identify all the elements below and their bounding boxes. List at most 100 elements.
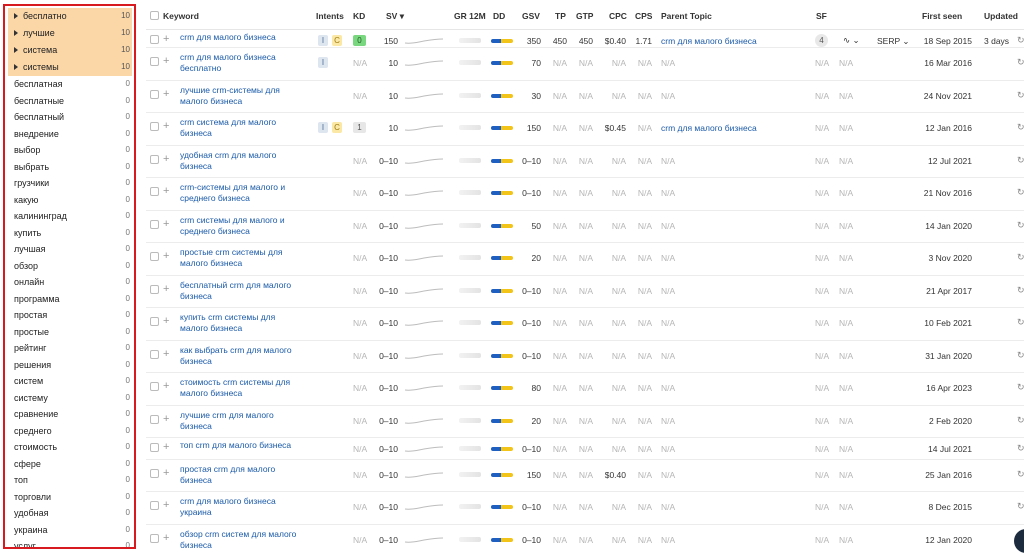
sidebar-term-item[interactable]: украина 0 [8,522,132,539]
header-first-seen[interactable]: First seen [922,11,962,21]
add-to-list-icon[interactable]: + [163,442,169,453]
expand-triangle-icon[interactable] [14,13,18,19]
select-all-checkbox[interactable] [150,11,159,20]
row-checkbox[interactable] [150,415,159,424]
keyword-link[interactable]: бесплатный crm для малого бизнеса [180,280,305,302]
keyword-link[interactable]: crm система для малого бизнеса [180,117,305,139]
expand-triangle-icon[interactable] [14,47,18,53]
refresh-icon[interactable]: ↻ [1017,469,1024,480]
refresh-icon[interactable]: ↻ [1017,220,1024,231]
row-checkbox[interactable] [150,35,159,44]
sidebar-term-item[interactable]: простая 0 [8,307,132,324]
add-to-list-icon[interactable]: + [163,284,169,295]
refresh-icon[interactable]: ↻ [1017,122,1024,133]
sidebar-term-item[interactable]: стоимость 0 [8,439,132,456]
refresh-icon[interactable]: ↻ [1017,501,1024,512]
row-checkbox[interactable] [150,382,159,391]
table-row[interactable]: + бесплатный crm для малого бизнеса N/A 0–1… [146,276,1024,308]
keyword-link[interactable]: стоимость crm системы для малого бизнеса [180,377,305,399]
sidebar-term-item[interactable]: выбор 0 [8,142,132,159]
add-to-list-icon[interactable]: + [163,381,169,392]
row-checkbox[interactable] [150,90,159,99]
add-to-list-icon[interactable]: + [163,251,169,262]
row-checkbox[interactable] [150,317,159,326]
sidebar-term-item[interactable]: бесплатно 10 [8,8,132,25]
refresh-icon[interactable]: ↻ [1017,382,1024,393]
row-checkbox[interactable] [150,122,159,131]
keyword-link[interactable]: простые crm системы для малого бизнеса [180,247,305,269]
keyword-link[interactable]: crm для малого бизнеса [180,32,305,43]
parent-topic-link[interactable]: crm для малого бизнеса [661,36,757,46]
table-row[interactable]: + crm для малого бизнеса украина N/A 0–10 0–… [146,492,1024,525]
row-checkbox[interactable] [150,187,159,196]
sidebar-term-item[interactable]: среднего 0 [8,423,132,440]
refresh-icon[interactable]: ↻ [1017,90,1024,101]
add-to-list-icon[interactable]: + [163,414,169,425]
parent-topic-link[interactable]: crm для малого бизнеса [661,123,757,133]
sidebar-term-item[interactable]: услуг 0 [8,538,132,547]
table-row[interactable]: + стоимость crm системы для малого бизнес… [146,373,1024,406]
sidebar-term-item[interactable]: онлайн 0 [8,274,132,291]
header-gtp[interactable]: GTP [576,11,593,21]
keyword-link[interactable]: топ crm для малого бизнеса [180,440,305,451]
add-to-list-icon[interactable]: + [163,186,169,197]
table-row[interactable]: + простые crm системы для малого бизнеса N… [146,243,1024,276]
sidebar-term-item[interactable]: торговли 0 [8,489,132,506]
header-sf[interactable]: SF [816,11,827,21]
table-row[interactable]: + лучшие crm-системы для малого бизнеса N/… [146,81,1024,113]
sidebar-term-item[interactable]: бесплатные 0 [8,93,132,110]
refresh-icon[interactable]: ↻ [1017,415,1024,426]
sidebar-term-item[interactable]: решения 0 [8,357,132,374]
sidebar-term-item[interactable]: внедрение 0 [8,126,132,143]
sidebar-term-item[interactable]: систему 0 [8,390,132,407]
add-to-list-icon[interactable]: + [163,56,169,67]
sidebar-term-item[interactable]: калининград 0 [8,208,132,225]
serp-dropdown[interactable]: SERP ⌄ [877,36,909,47]
header-dd[interactable]: DD [493,11,505,21]
add-to-list-icon[interactable]: + [163,349,169,360]
add-to-list-icon[interactable]: + [163,533,169,544]
keyword-link[interactable]: как выбрать crm для малого бизнеса [180,345,305,367]
row-checkbox[interactable] [150,534,159,543]
header-parent-topic[interactable]: Parent Topic [661,11,712,21]
table-row[interactable]: + crm система для малого бизнеса I C 1 10 150 N… [146,113,1024,146]
table-row[interactable]: + crm-системы для малого и среднего бизне… [146,178,1024,211]
table-row[interactable]: + crm для малого бизнеса I C 0 150 350 450 450 $0… [146,30,1024,48]
add-to-list-icon[interactable]: + [163,121,169,132]
sidebar-term-item[interactable]: сфере 0 [8,456,132,473]
refresh-icon[interactable]: ↻ [1017,155,1024,166]
add-to-list-icon[interactable]: + [163,154,169,165]
keyword-link[interactable]: лучшие crm для малого бизнеса [180,410,305,432]
refresh-icon[interactable]: ↻ [1017,317,1024,328]
header-kd[interactable]: KD [353,11,365,21]
row-checkbox[interactable] [150,501,159,510]
header-cpc[interactable]: CPC [609,11,627,21]
sidebar-term-item[interactable]: система 10 [8,42,132,59]
refresh-icon[interactable]: ↻ [1017,187,1024,198]
table-row[interactable]: + crm для малого бизнеса бесплатно I N/A 10 7… [146,48,1024,81]
sidebar-term-item[interactable]: лучшая 0 [8,241,132,258]
sidebar-term-item[interactable]: удобная 0 [8,505,132,522]
expand-triangle-icon[interactable] [14,30,18,36]
add-to-list-icon[interactable]: + [163,468,169,479]
header-gsv[interactable]: GSV [522,11,540,21]
keyword-link[interactable]: обзор crm систем для малого бизнеса [180,529,305,550]
sidebar-term-item[interactable]: выбрать 0 [8,159,132,176]
row-checkbox[interactable] [150,469,159,478]
keyword-link[interactable]: crm для малого бизнеса бесплатно [180,52,305,74]
add-to-list-icon[interactable]: + [163,500,169,511]
table-row[interactable]: + как выбрать crm для малого бизнеса N/A 0–… [146,341,1024,373]
sidebar-term-item[interactable]: системы 10 [8,59,132,76]
sidebar-term-item[interactable]: простые 0 [8,324,132,341]
table-row[interactable]: + топ crm для малого бизнеса N/A 0–10 0–10 N/… [146,438,1024,460]
sidebar-term-item[interactable]: обзор 0 [8,258,132,275]
row-checkbox[interactable] [150,443,159,452]
table-row[interactable]: + обзор crm систем для малого бизнеса N/A 0… [146,525,1024,550]
header-gr12m[interactable]: GR 12M [454,11,486,21]
sidebar-term-item[interactable]: программа 0 [8,291,132,308]
keyword-link[interactable]: купить crm системы для малого бизнеса [180,312,305,334]
add-to-list-icon[interactable]: + [163,316,169,327]
sidebar-term-item[interactable]: сравнение 0 [8,406,132,423]
refresh-icon[interactable]: ↻ [1017,252,1024,263]
keyword-link[interactable]: лучшие crm-системы для малого бизнеса [180,85,305,107]
